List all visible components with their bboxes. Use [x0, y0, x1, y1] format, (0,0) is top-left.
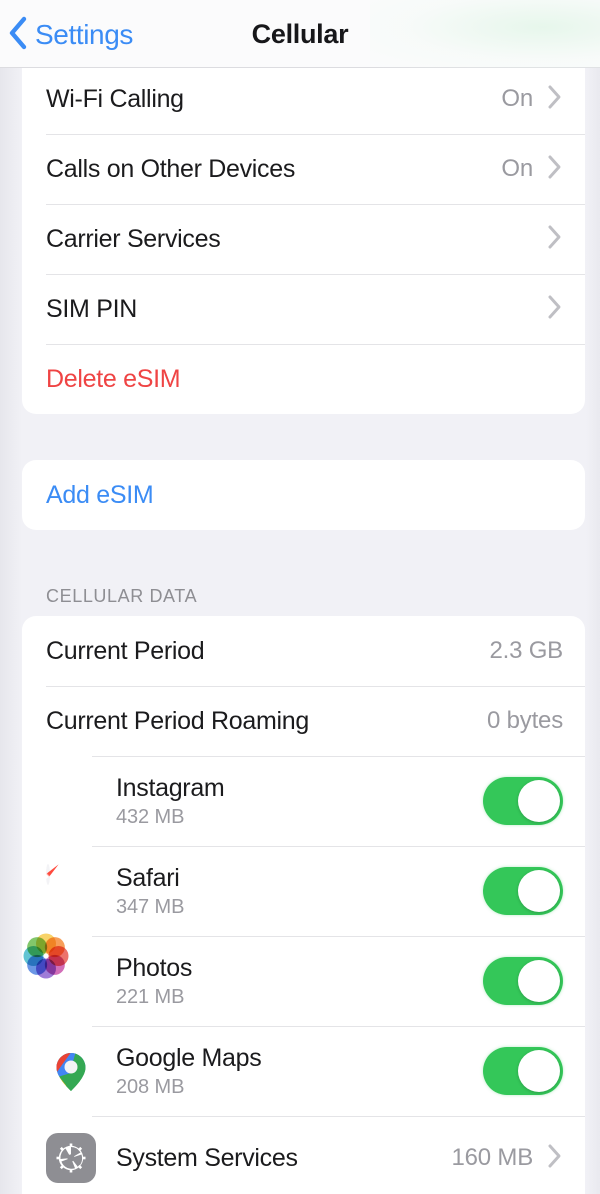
row-calls-on-other-devices[interactable]: Calls on Other Devices On [22, 134, 585, 204]
gear-icon [46, 1133, 96, 1183]
navbar-tint-overlay [370, 0, 600, 68]
toggle-google-maps[interactable] [483, 1047, 563, 1095]
toggle-knob [518, 960, 560, 1002]
back-button-label: Settings [35, 19, 133, 50]
navigation-bar: Settings Cellular [0, 0, 600, 68]
app-name: Photos [116, 953, 193, 982]
toggle-photos[interactable] [483, 957, 563, 1005]
row-current-period-roaming: Current Period Roaming 0 bytes [22, 686, 585, 756]
toggle-instagram[interactable] [483, 777, 563, 825]
app-name: System Services [116, 1143, 298, 1172]
instagram-icon [33, 776, 96, 826]
app-row-safari: Safari 347 MB [22, 846, 585, 936]
toggle-safari[interactable] [483, 867, 563, 915]
app-name: Google Maps [116, 1043, 262, 1072]
photos-icon [23, 933, 96, 1006]
row-value: On [501, 155, 533, 182]
toggle-knob [518, 1050, 560, 1092]
add-esim-card: Add eSIM [22, 460, 585, 530]
row-label: Add eSIM [46, 480, 154, 509]
toggle-knob [518, 780, 560, 822]
cellular-data-card: Current Period 2.3 GB Current Period Roa… [22, 616, 585, 1194]
row-label: SIM PIN [46, 294, 137, 323]
chevron-left-icon [8, 16, 28, 55]
photos-petal [27, 937, 48, 958]
app-name: Safari [116, 863, 180, 892]
row-current-period: Current Period 2.3 GB [22, 616, 585, 686]
app-name: Instagram [116, 773, 225, 802]
row-value: 0 bytes [487, 707, 563, 734]
app-data-usage: 347 MB [116, 895, 185, 918]
app-row-system-services[interactable]: System Services 160 MB [22, 1116, 585, 1194]
back-button[interactable]: Settings [8, 14, 133, 56]
section-header-cellular-data: CELLULAR DATA [46, 586, 198, 606]
row-add-esim[interactable]: Add eSIM [22, 460, 585, 530]
chevron-right-icon [547, 154, 563, 185]
row-delete-esim[interactable]: Delete eSIM [22, 344, 585, 414]
row-label: Current Period [46, 636, 205, 665]
app-row-instagram: Instagram 432 MB [22, 756, 585, 846]
app-data-usage: 221 MB [116, 985, 185, 1008]
safari-icon [46, 866, 96, 916]
row-value: 2.3 GB [489, 637, 563, 664]
app-text: Instagram 432 MB [116, 773, 225, 829]
app-data-usage: 208 MB [116, 1075, 185, 1098]
app-text: Photos 221 MB [116, 954, 192, 1009]
app-row-photos: Photos 221 MB [22, 933, 585, 1026]
app-row-google-maps: Google Maps 208 MB [22, 1026, 585, 1116]
row-value: On [501, 85, 533, 112]
row-label: Wi-Fi Calling [46, 84, 184, 113]
row-carrier-services[interactable]: Carrier Services [22, 204, 585, 274]
chevron-right-icon [547, 224, 563, 255]
chevron-right-icon [547, 1143, 563, 1174]
row-label: Delete eSIM [46, 364, 181, 393]
row-label: Calls on Other Devices [46, 154, 296, 183]
google-maps-icon [46, 1046, 96, 1096]
chevron-right-icon [547, 294, 563, 325]
row-value: 160 MB [451, 1144, 533, 1171]
app-data-usage: 432 MB [116, 805, 185, 828]
toggle-knob [518, 870, 560, 912]
row-wifi-calling[interactable]: Wi-Fi Calling On [22, 64, 585, 134]
scroll-content[interactable]: Wi-Fi Calling On Calls on Other Devices … [0, 64, 600, 1194]
sim-settings-card: Wi-Fi Calling On Calls on Other Devices … [22, 64, 585, 414]
app-text: Google Maps 208 MB [116, 1043, 262, 1099]
row-label: Carrier Services [46, 224, 221, 253]
settings-page: Settings Cellular Wi-Fi Calling On Calls… [0, 0, 600, 1194]
app-text: Safari 347 MB [116, 864, 184, 919]
row-sim-pin[interactable]: SIM PIN [22, 274, 585, 344]
chevron-right-icon [547, 84, 563, 115]
row-label: Current Period Roaming [46, 706, 309, 735]
